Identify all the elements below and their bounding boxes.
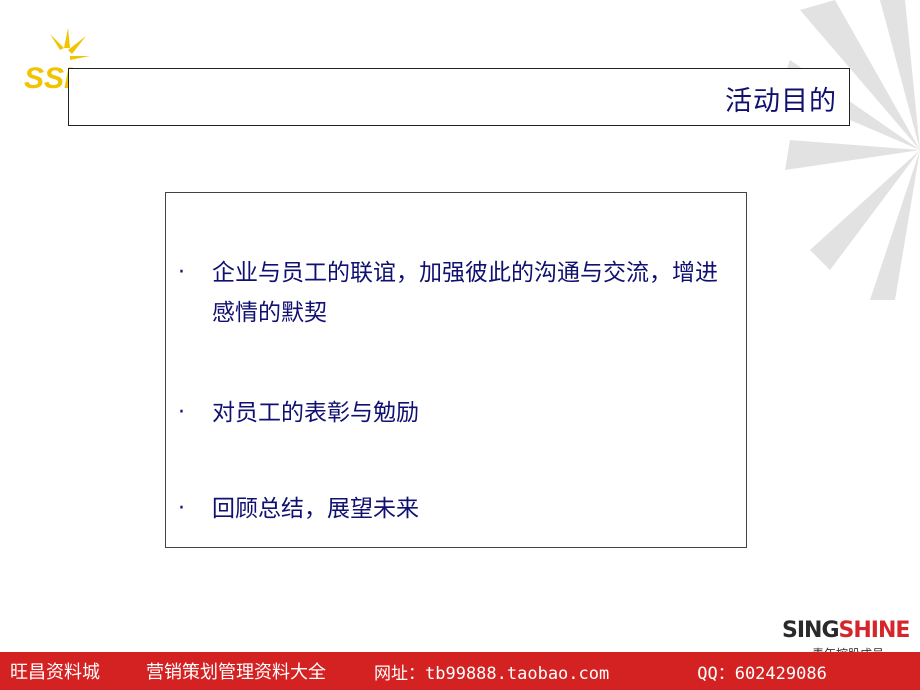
footer-url[interactable]: 网址：tb99888.taobao.com — [374, 659, 609, 684]
singshine-logo: SINGSHINE 青年控股成员 — [782, 618, 920, 654]
bullet-dot: · — [178, 260, 185, 285]
ssi-logo-text: SSI — [24, 62, 73, 95]
bullet-dot: · — [178, 400, 185, 425]
bullet-text: 企业与员工的联谊，加强彼此的沟通与交流，增进感情的默契 — [212, 260, 718, 326]
bullet-dot: · — [178, 496, 185, 521]
footer-slogan: 营销策划管理资料大全 — [146, 662, 326, 683]
bullet-item: · 企业与员工的联谊，加强彼此的沟通与交流，增进感情的默契 — [178, 253, 722, 333]
bullet-item: · 回顾总结，展望未来 — [178, 489, 722, 529]
slide-title: 活动目的 — [725, 86, 837, 117]
bullet-text: 对员工的表彰与勉励 — [212, 400, 419, 426]
decorative-burst — [780, 0, 920, 300]
content-box: · 企业与员工的联谊，加强彼此的沟通与交流，增进感情的默契 · 对员工的表彰与勉… — [165, 192, 747, 548]
footer-bar: 旺昌资料城 营销策划管理资料大全 网址：tb99888.taobao.com Q… — [0, 652, 920, 690]
bullet-text: 回顾总结，展望未来 — [212, 496, 419, 522]
footer-site-name: 旺昌资料城 — [10, 662, 100, 683]
singshine-word-shine: SHINE — [838, 618, 911, 643]
bullet-item: · 对员工的表彰与勉励 — [178, 393, 722, 433]
footer-qq: QQ：602429086 — [697, 663, 827, 684]
singshine-word-sing: SING — [782, 618, 839, 643]
singshine-wordmark: SINGSHINE — [782, 618, 911, 643]
title-box: 活动目的 — [68, 68, 850, 126]
